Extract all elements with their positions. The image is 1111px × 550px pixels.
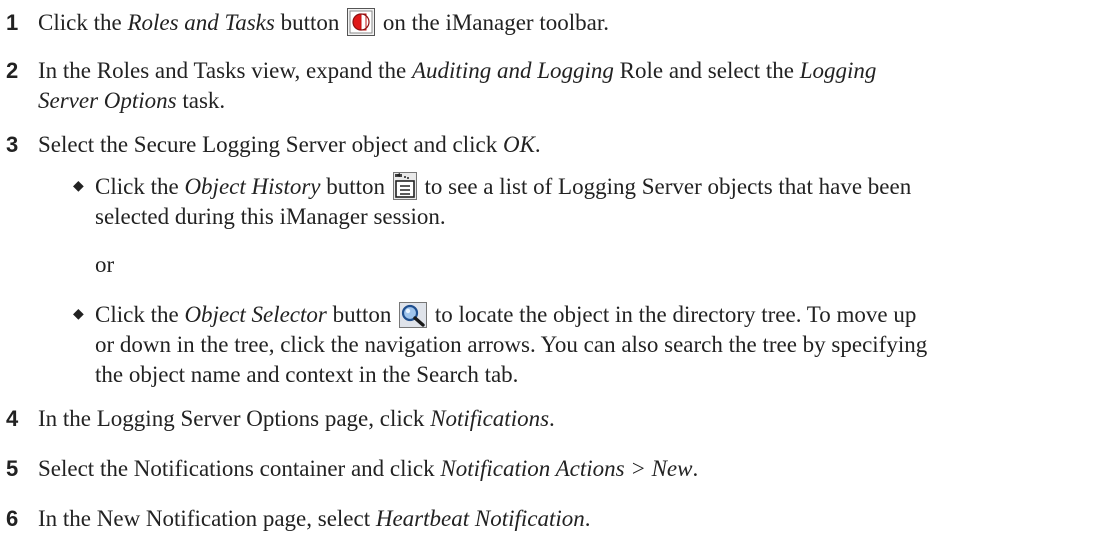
step-number: 3 xyxy=(6,132,19,157)
step-number: 2 xyxy=(6,58,19,83)
roles-and-tasks-icon xyxy=(347,8,376,44)
bullet-glyph: ◆ xyxy=(73,179,84,194)
bullet-text: the object name and context in the Searc… xyxy=(95,362,519,387)
step-text: In the Logging Server Options page, clic… xyxy=(38,406,555,431)
step-text: Server Options task. xyxy=(38,88,226,113)
or-text: or xyxy=(95,252,115,277)
step-number: 5 xyxy=(6,456,19,481)
step-text: Click the Roles and Tasks button on the … xyxy=(38,8,1098,44)
bullet-text: selected during this iManager session. xyxy=(95,204,446,229)
step-number: 4 xyxy=(6,406,19,431)
step-text: In the New Notification page, select Hea… xyxy=(38,506,591,531)
bullet-text: or down in the tree, click the navigatio… xyxy=(95,332,928,357)
step-text: Select the Notifications container and c… xyxy=(38,456,699,481)
cropped-previous-line xyxy=(0,0,1111,8)
step-text: Select the Secure Logging Server object … xyxy=(38,132,541,157)
step-number: 6 xyxy=(6,506,19,531)
step-number: 1 xyxy=(6,10,19,35)
step-text: In the Roles and Tasks view, expand the … xyxy=(38,58,877,83)
bullet-glyph: ◆ xyxy=(73,307,84,322)
